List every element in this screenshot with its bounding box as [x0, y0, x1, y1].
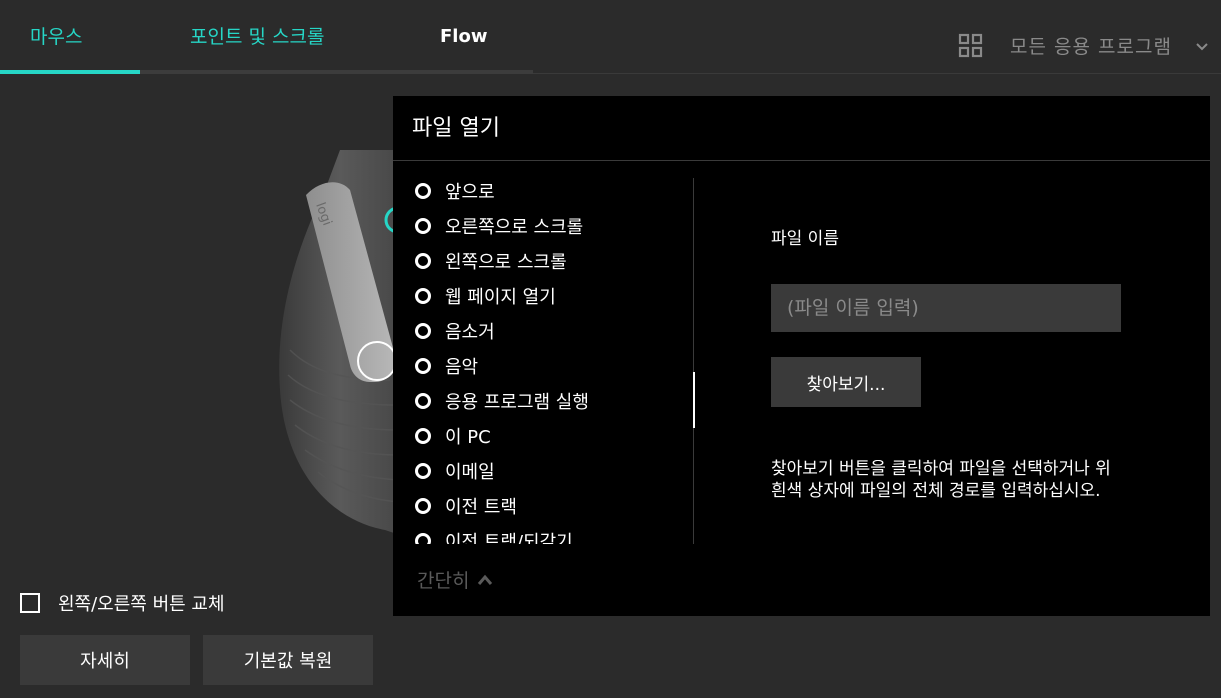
- list-item[interactable]: 응용 프로그램 실행: [415, 386, 589, 416]
- action-list[interactable]: 앞으로 오른쪽으로 스크롤 왼쪽으로 스크롤 웹 페이지 열기 음소거 음악 응…: [393, 176, 693, 544]
- radio-icon[interactable]: [415, 463, 431, 479]
- action-label: 음악: [445, 357, 479, 378]
- chevron-down-icon[interactable]: [1195, 42, 1209, 52]
- browse-button[interactable]: 찾아보기...: [771, 357, 921, 407]
- restore-defaults-button[interactable]: 기본값 복원: [203, 635, 373, 685]
- list-item[interactable]: 이전 트랙: [415, 491, 517, 521]
- tab-flow[interactable]: Flow: [440, 26, 487, 47]
- radio-icon[interactable]: [415, 323, 431, 339]
- radio-icon[interactable]: [415, 428, 431, 444]
- panel-divider: [393, 160, 1210, 161]
- tab-mouse[interactable]: 마우스: [30, 22, 82, 49]
- list-item[interactable]: 이전 트랙/되감기: [415, 526, 573, 544]
- list-item[interactable]: 웹 페이지 열기: [415, 281, 556, 311]
- file-name-input[interactable]: [771, 284, 1121, 332]
- swap-buttons-checkbox[interactable]: [20, 593, 40, 613]
- details-button[interactable]: 자세히: [20, 635, 190, 685]
- radio-icon[interactable]: [415, 533, 431, 544]
- list-item[interactable]: 오른쪽으로 스크롤: [415, 211, 583, 241]
- list-item[interactable]: 음악: [415, 351, 478, 381]
- help-text: 찾아보기 버튼을 클릭하여 파일을 선택하거나 위 흰색 상자에 파일의 전체 …: [771, 459, 1111, 501]
- list-item[interactable]: 이 PC: [415, 421, 491, 451]
- list-item[interactable]: 음소거: [415, 316, 495, 346]
- action-label: 응용 프로그램 실행: [445, 392, 589, 413]
- panel-title: 파일 열기: [412, 116, 500, 141]
- radio-icon[interactable]: [415, 218, 431, 234]
- collapse-toggle[interactable]: 간단히: [417, 566, 493, 593]
- list-item[interactable]: 앞으로: [415, 176, 495, 206]
- tab-point-and-scroll[interactable]: 포인트 및 스크롤: [190, 22, 324, 49]
- mouse-illustration: logi: [279, 150, 400, 535]
- swap-buttons-label: 왼쪽/오른쪽 버튼 교체: [58, 594, 225, 615]
- radio-icon[interactable]: [415, 358, 431, 374]
- swap-buttons-option[interactable]: 왼쪽/오른쪽 버튼 교체: [20, 590, 225, 616]
- radio-icon[interactable]: [415, 253, 431, 269]
- action-label: 왼쪽으로 스크롤: [445, 252, 567, 273]
- active-tab-indicator: [0, 70, 140, 74]
- header-divider: [533, 73, 1221, 74]
- application-selector[interactable]: 모든 응용 프로그램: [1010, 32, 1172, 59]
- action-label: 이메일: [445, 462, 495, 483]
- radio-icon[interactable]: [415, 498, 431, 514]
- grid-icon[interactable]: [958, 33, 984, 59]
- list-item[interactable]: 이메일: [415, 456, 495, 486]
- file-name-label: 파일 이름: [771, 229, 839, 249]
- radio-icon[interactable]: [415, 183, 431, 199]
- action-label: 음소거: [445, 322, 495, 343]
- action-label: 오른쪽으로 스크롤: [445, 217, 584, 238]
- radio-icon[interactable]: [415, 288, 431, 304]
- list-divider: [693, 178, 694, 544]
- action-label: 이전 트랙: [445, 497, 517, 518]
- action-label: 앞으로: [445, 182, 495, 203]
- action-label: 이 PC: [445, 427, 491, 448]
- collapse-label: 간단히: [417, 570, 470, 592]
- top-tab-bar: 마우스 포인트 및 스크롤 Flow 모든 응용 프로그램: [0, 0, 1221, 75]
- action-label: 이전 트랙/되감기: [445, 532, 573, 544]
- radio-icon[interactable]: [415, 393, 431, 409]
- chevron-up-icon: [478, 574, 493, 585]
- action-panel: 파일 열기 앞으로 오른쪽으로 스크롤 왼쪽으로 스크롤 웹 페이지 열기 음소…: [393, 96, 1210, 616]
- action-label: 웹 페이지 열기: [445, 287, 556, 308]
- list-item[interactable]: 왼쪽으로 스크롤: [415, 246, 567, 276]
- list-scrollbar-thumb[interactable]: [693, 372, 695, 428]
